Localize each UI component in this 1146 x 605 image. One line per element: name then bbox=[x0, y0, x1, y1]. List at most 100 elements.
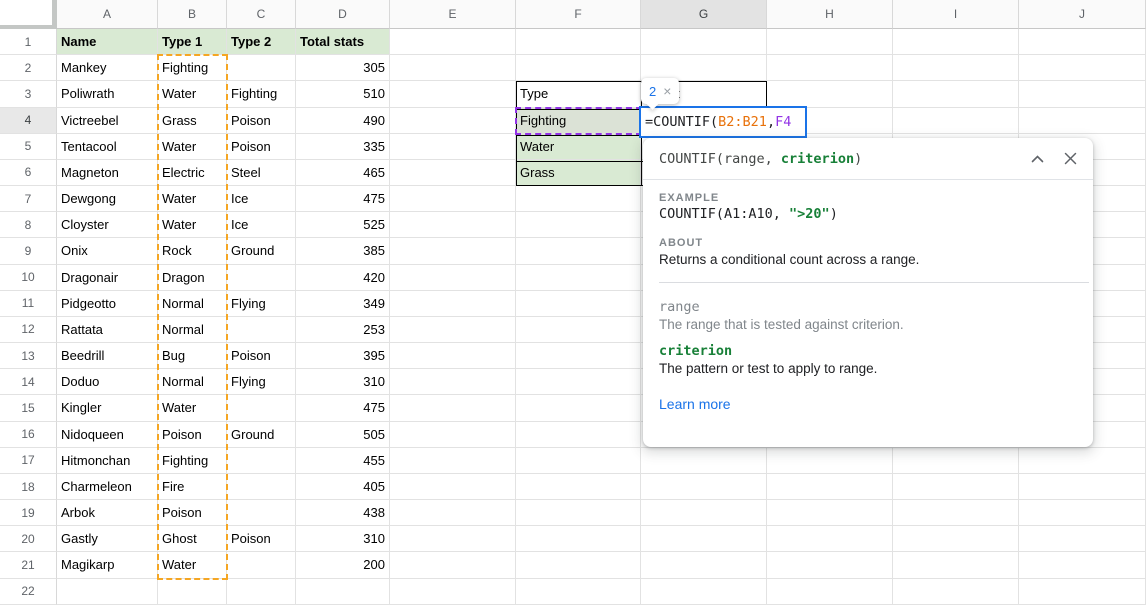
row-header-20[interactable]: 20 bbox=[0, 526, 57, 552]
row-header-4[interactable]: 4 bbox=[0, 108, 57, 134]
cell-E6[interactable] bbox=[390, 160, 516, 186]
cell-B12[interactable]: Normal bbox=[158, 317, 227, 343]
cell-D22[interactable] bbox=[296, 579, 390, 605]
cell-I1[interactable] bbox=[893, 29, 1019, 55]
cell-D5[interactable]: 335 bbox=[296, 134, 390, 160]
cell-B1[interactable]: Type 1 bbox=[158, 29, 227, 55]
cell-F2[interactable] bbox=[516, 55, 641, 81]
cell-E4[interactable] bbox=[390, 108, 516, 134]
cell-B14[interactable]: Normal bbox=[158, 369, 227, 395]
row-header-22[interactable]: 22 bbox=[0, 579, 57, 605]
cell-F14[interactable] bbox=[516, 369, 641, 395]
cell-B3[interactable]: Water bbox=[158, 81, 227, 107]
column-header-C[interactable]: C bbox=[227, 0, 296, 29]
cell-F12[interactable] bbox=[516, 317, 641, 343]
cell-D17[interactable]: 455 bbox=[296, 448, 390, 474]
cell-C19[interactable] bbox=[227, 500, 296, 526]
cell-F4[interactable]: Fighting bbox=[516, 108, 641, 134]
cell-F18[interactable] bbox=[516, 474, 641, 500]
column-header-B[interactable]: B bbox=[158, 0, 227, 29]
cell-D3[interactable]: 510 bbox=[296, 81, 390, 107]
cell-E21[interactable] bbox=[390, 552, 516, 578]
cell-B20[interactable]: Ghost bbox=[158, 526, 227, 552]
cell-A10[interactable]: Dragonair bbox=[57, 265, 158, 291]
cell-D6[interactable]: 465 bbox=[296, 160, 390, 186]
cell-A1[interactable]: Name bbox=[57, 29, 158, 55]
row-header-7[interactable]: 7 bbox=[0, 186, 57, 212]
cell-B8[interactable]: Water bbox=[158, 212, 227, 238]
cell-F22[interactable] bbox=[516, 579, 641, 605]
cell-C6[interactable]: Steel bbox=[227, 160, 296, 186]
column-header-A[interactable]: A bbox=[57, 0, 158, 29]
cell-A11[interactable]: Pidgeotto bbox=[57, 291, 158, 317]
row-header-12[interactable]: 12 bbox=[0, 317, 57, 343]
cell-D4[interactable]: 490 bbox=[296, 108, 390, 134]
row-header-8[interactable]: 8 bbox=[0, 212, 57, 238]
cell-A22[interactable] bbox=[57, 579, 158, 605]
cell-B16[interactable]: Poison bbox=[158, 422, 227, 448]
cell-A3[interactable]: Poliwrath bbox=[57, 81, 158, 107]
column-header-J[interactable]: J bbox=[1019, 0, 1146, 29]
cell-C4[interactable]: Poison bbox=[227, 108, 296, 134]
cell-E15[interactable] bbox=[390, 395, 516, 421]
cell-E13[interactable] bbox=[390, 343, 516, 369]
learn-more-link[interactable]: Learn more bbox=[659, 396, 731, 412]
cell-J18[interactable] bbox=[1019, 474, 1146, 500]
cell-C14[interactable]: Flying bbox=[227, 369, 296, 395]
cell-D2[interactable]: 305 bbox=[296, 55, 390, 81]
cell-C20[interactable]: Poison bbox=[227, 526, 296, 552]
cell-E16[interactable] bbox=[390, 422, 516, 448]
row-header-18[interactable]: 18 bbox=[0, 474, 57, 500]
cell-I3[interactable] bbox=[893, 81, 1019, 107]
cell-C7[interactable]: Ice bbox=[227, 186, 296, 212]
cell-J17[interactable] bbox=[1019, 448, 1146, 474]
cell-F19[interactable] bbox=[516, 500, 641, 526]
cell-J1[interactable] bbox=[1019, 29, 1146, 55]
cell-B9[interactable]: Rock bbox=[158, 238, 227, 264]
cell-D14[interactable]: 310 bbox=[296, 369, 390, 395]
cell-D21[interactable]: 200 bbox=[296, 552, 390, 578]
cell-D11[interactable]: 349 bbox=[296, 291, 390, 317]
row-header-5[interactable]: 5 bbox=[0, 134, 57, 160]
cell-H17[interactable] bbox=[767, 448, 893, 474]
row-header-3[interactable]: 3 bbox=[0, 81, 57, 107]
cell-J21[interactable] bbox=[1019, 552, 1146, 578]
cell-A8[interactable]: Cloyster bbox=[57, 212, 158, 238]
cell-B17[interactable]: Fighting bbox=[158, 448, 227, 474]
cell-E8[interactable] bbox=[390, 212, 516, 238]
cell-D16[interactable]: 505 bbox=[296, 422, 390, 448]
cell-E20[interactable] bbox=[390, 526, 516, 552]
cell-F8[interactable] bbox=[516, 212, 641, 238]
cell-D9[interactable]: 385 bbox=[296, 238, 390, 264]
cell-C5[interactable]: Poison bbox=[227, 134, 296, 160]
cell-F7[interactable] bbox=[516, 186, 641, 212]
cell-A5[interactable]: Tentacool bbox=[57, 134, 158, 160]
cell-B10[interactable]: Dragon bbox=[158, 265, 227, 291]
row-header-10[interactable]: 10 bbox=[0, 265, 57, 291]
row-header-1[interactable]: 1 bbox=[0, 29, 57, 55]
cell-H21[interactable] bbox=[767, 552, 893, 578]
row-header-6[interactable]: 6 bbox=[0, 160, 57, 186]
cell-D8[interactable]: 525 bbox=[296, 212, 390, 238]
cell-E14[interactable] bbox=[390, 369, 516, 395]
chevron-up-icon[interactable] bbox=[1031, 154, 1044, 163]
cell-D15[interactable]: 475 bbox=[296, 395, 390, 421]
cell-C21[interactable] bbox=[227, 552, 296, 578]
cell-E7[interactable] bbox=[390, 186, 516, 212]
cell-F16[interactable] bbox=[516, 422, 641, 448]
cell-J22[interactable] bbox=[1019, 579, 1146, 605]
cell-E9[interactable] bbox=[390, 238, 516, 264]
cell-H22[interactable] bbox=[767, 579, 893, 605]
cell-A17[interactable]: Hitmonchan bbox=[57, 448, 158, 474]
cell-J2[interactable] bbox=[1019, 55, 1146, 81]
cell-J20[interactable] bbox=[1019, 526, 1146, 552]
cell-A14[interactable]: Doduo bbox=[57, 369, 158, 395]
cell-B15[interactable]: Water bbox=[158, 395, 227, 421]
row-header-21[interactable]: 21 bbox=[0, 552, 57, 578]
cell-J4[interactable] bbox=[1019, 108, 1146, 134]
preview-close-icon[interactable]: × bbox=[663, 83, 671, 99]
cell-A16[interactable]: Nidoqueen bbox=[57, 422, 158, 448]
cell-G21[interactable] bbox=[641, 552, 767, 578]
cell-B2[interactable]: Fighting bbox=[158, 55, 227, 81]
cell-D12[interactable]: 253 bbox=[296, 317, 390, 343]
